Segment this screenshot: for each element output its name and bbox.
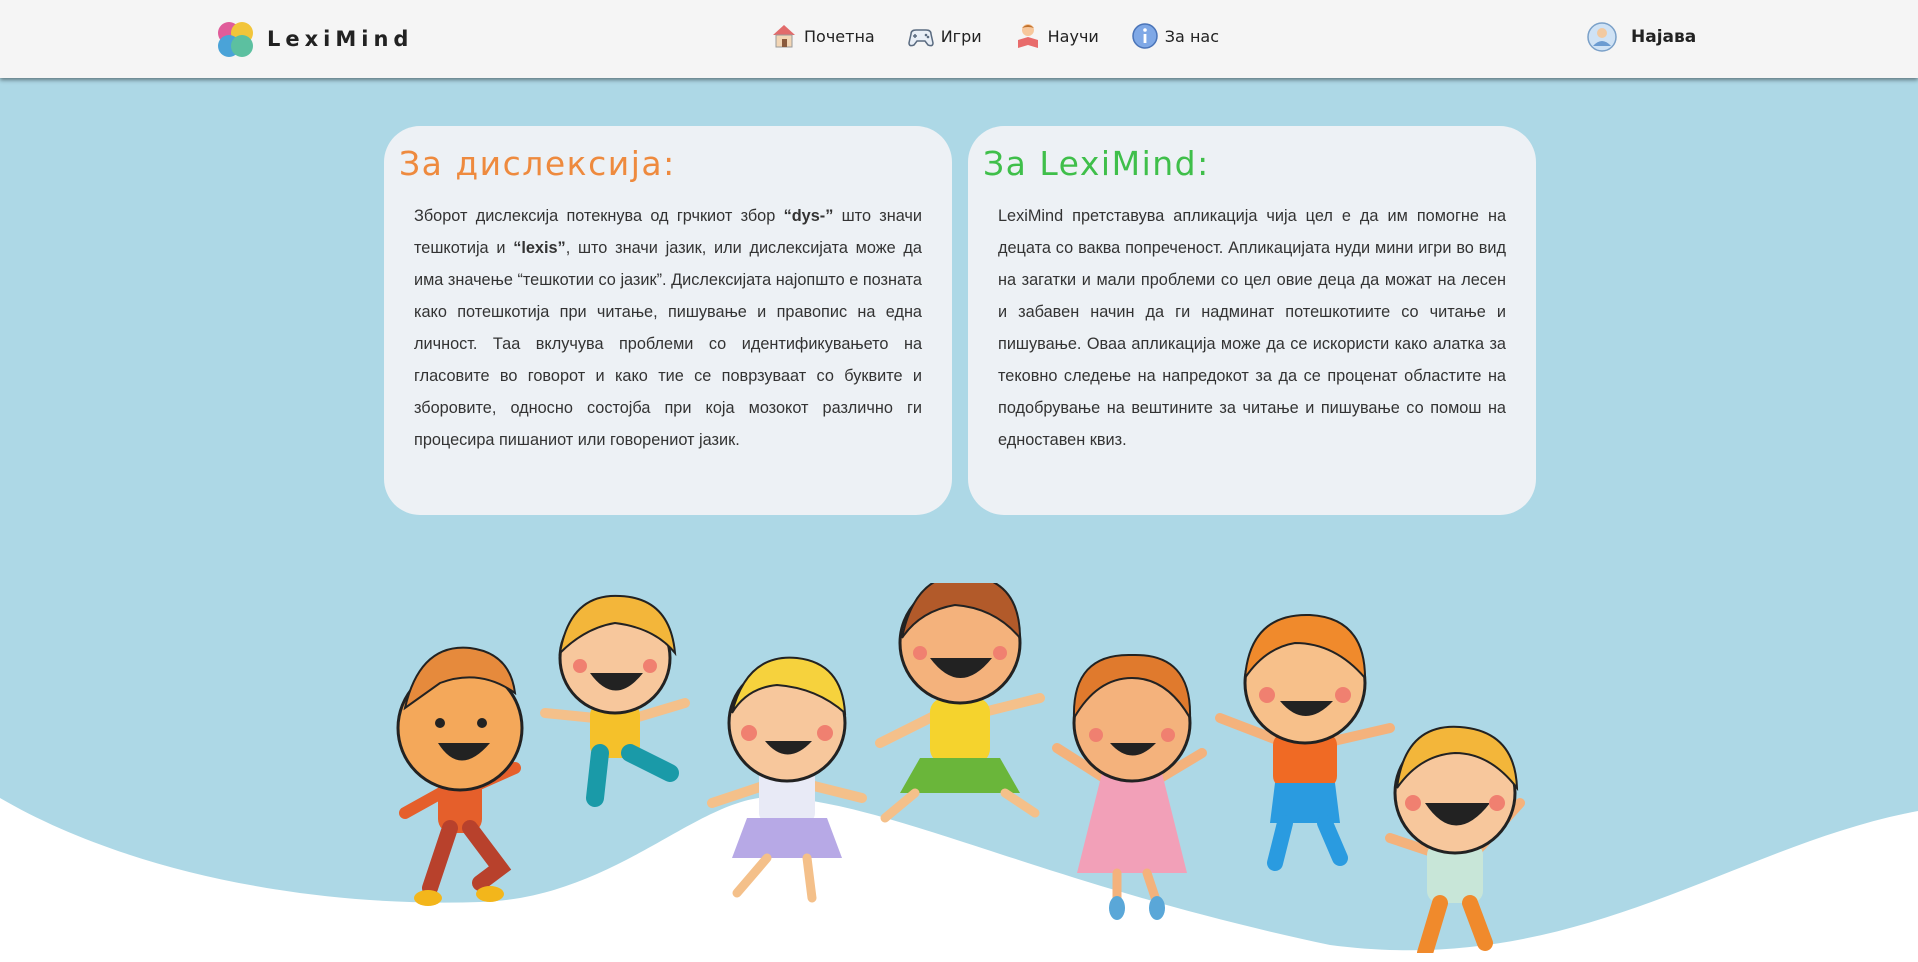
brand-name: LexiMind [267,27,414,51]
login-button[interactable]: Најава [1587,22,1696,52]
happy-kids-illustration [396,583,1525,953]
hero-background [0,78,1918,962]
text-segment: , што значи јазик, или дислексијата може… [414,239,922,449]
reading-child-icon [1017,24,1038,48]
about-title: За LexiMind: [983,144,1210,183]
kid-4 [875,583,1045,823]
nav-label: Почетна [804,26,875,46]
nav-label: Игри [940,26,982,46]
kid-5 [1052,653,1207,920]
nav-label: Научи [1047,26,1099,46]
greek-term-lexis: “lexis” [513,239,566,257]
kid-3 [707,656,867,903]
user-avatar-icon [1587,22,1617,52]
greek-term-dys: “dys-” [783,207,834,225]
home-icon [773,25,795,48]
kid-2 [540,594,690,807]
nav-item-games[interactable]: Игри [907,22,982,50]
brand-logo[interactable]: LexiMind [215,19,413,59]
nav-item-home[interactable]: Почетна [770,22,875,50]
dyslexia-text: Зборот дислексија потекнува од грчкиот з… [414,200,922,456]
about-card: За LexiMind: LexiMind претставува аплика… [968,126,1536,515]
nav-label: За нас [1164,26,1220,46]
dyslexia-card: За дислексија: Зборот дислексија потекну… [384,126,952,515]
login-label: Најава [1631,27,1697,47]
kid-7 [1385,725,1525,953]
main-nav: Почетна Игри Научи За нас [770,22,1251,50]
top-navbar: LexiMind Почетна Игри Научи За нас Најав… [0,0,1918,78]
nav-item-about[interactable]: За нас [1131,22,1219,50]
dyslexia-title: За дислексија: [399,144,676,183]
gamepad-icon [907,29,934,47]
nav-item-learn[interactable]: Научи [1014,22,1099,50]
kid-1 [396,646,524,906]
kid-6 [1215,613,1395,871]
about-text: LexiMind претставува апликација чија цел… [998,207,1506,449]
info-icon [1132,23,1158,49]
brain-puzzle-icon [218,22,253,57]
text-segment: Зборот дислексија потекнува од грчкиот з… [414,207,784,225]
